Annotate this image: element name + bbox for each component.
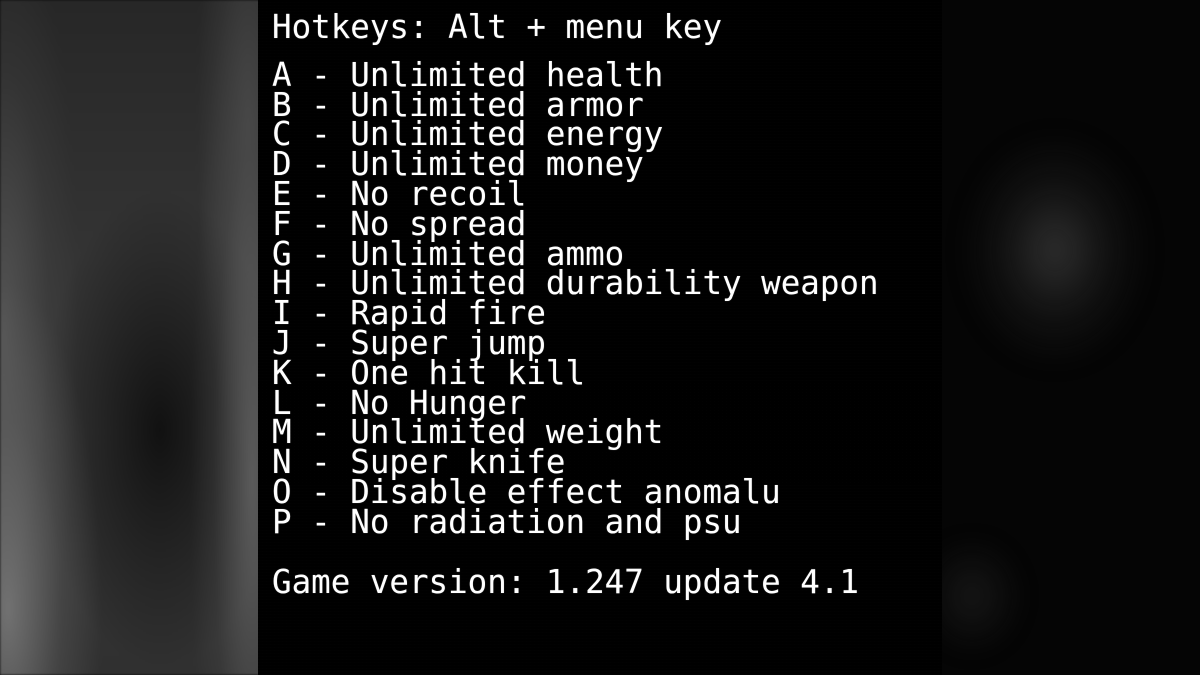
game-version-label: Game version: 1.247 update 4.1 [272, 562, 859, 601]
background-right-glow-lower [930, 540, 1070, 675]
cheat-menu-content: Hotkeys: Alt + menu key A - Unlimited he… [272, 8, 942, 675]
screenshot-root: Hotkeys: Alt + menu key A - Unlimited he… [0, 0, 1200, 675]
hotkeys-header: Hotkeys: Alt + menu key [272, 8, 723, 46]
background-right-glow [940, 95, 1170, 405]
cheat-menu-panel: Hotkeys: Alt + menu key A - Unlimited he… [258, 0, 942, 675]
hotkey-row-p: P - No radiation and psu [272, 502, 742, 541]
background-grey-blur [0, 0, 262, 675]
hotkey-list: A - Unlimited health B - Unlimited armor… [272, 59, 942, 541]
